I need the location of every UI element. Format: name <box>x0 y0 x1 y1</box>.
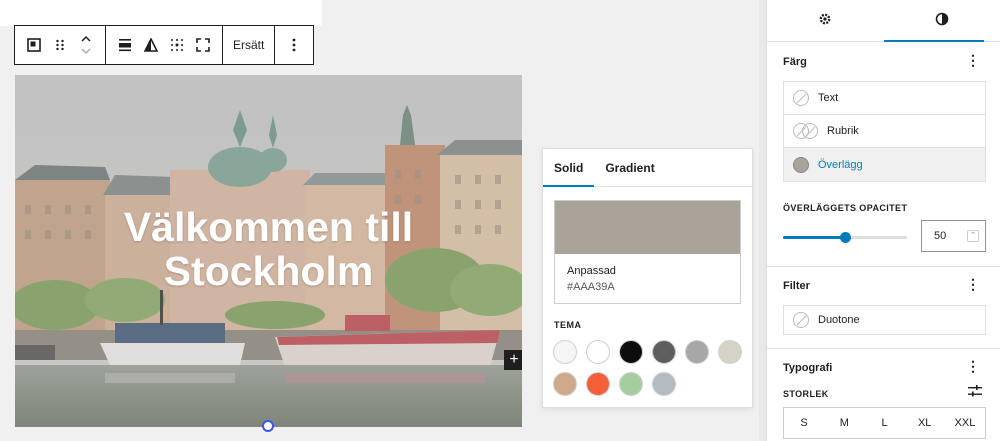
typography-panel-title: Typografi <box>783 362 833 374</box>
palette-swatch[interactable] <box>685 340 709 364</box>
filter-panel-title: Filter <box>783 280 810 292</box>
palette-swatch[interactable] <box>586 340 610 364</box>
color-element-list: Text Rubrik Överlägg <box>783 81 986 182</box>
duotone-filter-icon[interactable] <box>138 26 164 64</box>
custom-color-hex: #AAA39A <box>567 281 615 293</box>
align-icon[interactable] <box>112 26 138 64</box>
color-type-tabs: Solid Gradient <box>543 149 752 187</box>
more-options-icon[interactable] <box>281 26 307 64</box>
color-panel-options-icon[interactable]: ⋮ <box>966 52 980 69</box>
empty-color-icon <box>793 90 809 106</box>
toolbar-group-tools <box>106 26 223 64</box>
font-size-label: STORLEK <box>783 389 829 399</box>
color-item-heading[interactable]: Rubrik <box>784 115 985 148</box>
settings-sidebar: Färg ⋮ Text Rubrik Överlägg ÖVERLÄGGETS … <box>766 0 1000 441</box>
cover-heading-line1: Välkommen till <box>123 204 414 250</box>
font-size-toggle-group: S M L XL XXL <box>783 407 986 439</box>
font-size-xl[interactable]: XL <box>905 408 945 438</box>
tab-gradient[interactable]: Gradient <box>594 149 665 186</box>
slider-fill <box>783 236 845 239</box>
block-toolbar: Ersätt <box>14 25 315 65</box>
settings-tab[interactable] <box>767 0 884 41</box>
font-size-m[interactable]: M <box>824 408 864 438</box>
replace-button[interactable]: Ersätt <box>229 26 268 64</box>
drag-handle-icon[interactable] <box>47 26 73 64</box>
slider-thumb[interactable] <box>840 232 851 243</box>
cover-heading[interactable]: Välkommen till Stockholm <box>15 205 522 293</box>
color-picker-popover: Solid Gradient Anpassad #AAA39A TEMA <box>542 148 753 408</box>
filter-panel-options-icon[interactable]: ⋮ <box>966 276 980 293</box>
palette-swatch[interactable] <box>619 340 643 364</box>
palette-swatch[interactable] <box>652 340 676 364</box>
typography-panel-options-icon[interactable]: ⋮ <box>966 358 980 375</box>
color-panel-title: Färg <box>783 56 807 68</box>
font-size-xxl[interactable]: XXL <box>945 408 985 438</box>
fullscreen-icon[interactable] <box>190 26 216 64</box>
font-size-s[interactable]: S <box>784 408 824 438</box>
font-size-l[interactable]: L <box>864 408 904 438</box>
color-item-overlay[interactable]: Överlägg <box>784 148 985 181</box>
color-item-text[interactable]: Text <box>784 82 985 115</box>
overlay-opacity-slider[interactable] <box>783 232 907 243</box>
move-up-down-icon[interactable] <box>73 26 99 64</box>
custom-color-preview[interactable] <box>555 201 740 254</box>
palette-swatch[interactable] <box>553 340 577 364</box>
palette-swatch[interactable] <box>619 372 643 396</box>
duotone-label: Duotone <box>818 314 860 326</box>
overlay-opacity-input[interactable]: 50 ⌃ <box>921 220 986 252</box>
overlay-color-icon <box>793 156 809 173</box>
theme-palette-label: TEMA <box>554 320 582 330</box>
color-item-label: Text <box>818 92 839 104</box>
cover-heading-line2: Stockholm <box>163 248 374 294</box>
section-divider <box>767 348 1000 349</box>
palette-swatch[interactable] <box>553 372 577 396</box>
duotone-item[interactable]: Duotone <box>783 305 986 335</box>
half-circle-icon <box>935 12 949 30</box>
resize-handle[interactable] <box>262 420 274 432</box>
palette-swatch[interactable] <box>652 372 676 396</box>
cover-block[interactable]: Välkommen till Stockholm + <box>15 75 522 427</box>
custom-color-label: Anpassad <box>567 265 616 277</box>
gear-icon <box>818 12 832 30</box>
custom-color-swatch[interactable]: Anpassad #AAA39A <box>554 200 741 304</box>
theme-palette <box>553 340 743 396</box>
toolbar-group-more <box>275 26 313 64</box>
top-strip <box>0 0 322 26</box>
tab-solid[interactable]: Solid <box>543 149 595 187</box>
empty-color-icon <box>793 312 809 328</box>
overlay-opacity-label: ÖVERLÄGGETS OPACITET <box>783 203 908 213</box>
palette-swatch[interactable] <box>586 372 610 396</box>
section-divider <box>767 266 1000 267</box>
color-item-label: Rubrik <box>827 125 859 137</box>
sidebar-divider <box>759 0 766 441</box>
content-position-icon[interactable] <box>164 26 190 64</box>
color-item-label: Överlägg <box>818 158 863 171</box>
palette-swatch[interactable] <box>718 340 742 364</box>
toolbar-group-block <box>15 26 106 64</box>
add-block-button[interactable]: + <box>504 350 522 370</box>
sidebar-tabs <box>767 0 1000 42</box>
cover-block-icon[interactable] <box>21 26 47 64</box>
stepper-icon[interactable]: ⌃ <box>967 230 979 242</box>
custom-size-icon[interactable] <box>968 385 982 400</box>
styles-tab[interactable] <box>883 0 1000 42</box>
empty-color-icon <box>802 123 818 139</box>
toolbar-group-replace: Ersätt <box>223 26 276 64</box>
overlay-opacity-value: 50 <box>934 230 947 242</box>
